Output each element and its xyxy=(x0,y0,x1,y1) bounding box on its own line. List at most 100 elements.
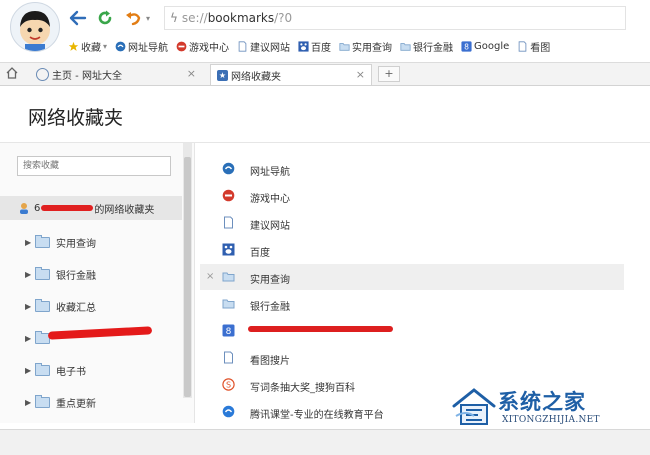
sidebar-folder[interactable]: ▶ 收藏汇总 xyxy=(0,295,182,317)
refresh-icon xyxy=(98,10,112,25)
game-center-icon xyxy=(222,189,235,202)
bookmark-row[interactable]: 8 xyxy=(200,318,624,344)
sogou-baike-icon: S xyxy=(222,378,235,391)
tab-close-icon[interactable]: × xyxy=(187,67,196,80)
bookmark-item[interactable]: 百度 xyxy=(298,39,331,54)
bookmark-row[interactable]: 游戏中心 xyxy=(200,183,624,209)
folder-label: 银行金融 xyxy=(56,270,96,282)
tab-home[interactable]: 主页 - 网址大全 × xyxy=(22,64,202,84)
bookmarks-bar: 收藏 ▾ 网址导航 游戏中心 建议网站 百度 实用查询 银行金融 8 Google 看图 xyxy=(68,37,558,55)
house-logo-icon xyxy=(452,388,496,425)
bookmark-label: 看图 xyxy=(530,42,551,54)
bookmark-item[interactable]: 游戏中心 xyxy=(176,39,229,54)
bookmark-item[interactable]: 建议网站 xyxy=(237,39,290,54)
page-icon xyxy=(518,40,527,52)
home-icon[interactable] xyxy=(5,66,19,80)
sidebar-scrollbar[interactable] xyxy=(183,143,192,398)
sidebar-root-folder[interactable]: 6 的网络收藏夹 xyxy=(0,196,182,220)
game-center-icon xyxy=(176,41,187,51)
refresh-button[interactable] xyxy=(95,8,115,28)
bookmark-row[interactable]: 百度 xyxy=(200,237,624,263)
bookmark-item[interactable]: 实用查询 xyxy=(339,39,392,54)
bookmark-label: 实用查询 xyxy=(352,42,393,54)
folder-label: 实用查询 xyxy=(56,238,96,250)
tencent-class-icon xyxy=(222,405,235,418)
folder-icon xyxy=(400,42,411,51)
bookmark-label: 建议网站 xyxy=(250,42,291,54)
remove-icon[interactable]: × xyxy=(206,271,214,282)
undo-dropdown-chevron-icon[interactable]: ▾ xyxy=(142,8,154,28)
bookmark-title: 网址导航 xyxy=(250,167,290,178)
bookmark-row[interactable]: × 实用查询 xyxy=(200,264,624,290)
watermark-title: 系统之家 xyxy=(498,390,586,414)
undo-button[interactable] xyxy=(123,8,143,28)
bookmark-row[interactable]: 银行金融 xyxy=(200,291,624,317)
bookmark-label: 网址导航 xyxy=(128,42,169,54)
folder-icon xyxy=(222,299,235,309)
chevron-down-icon[interactable]: ▾ xyxy=(103,42,107,51)
back-button[interactable] xyxy=(68,8,88,28)
status-bar xyxy=(0,430,650,455)
expand-arrow-icon[interactable]: ▶ xyxy=(25,270,35,279)
bookmark-label: 收藏 xyxy=(81,42,101,54)
sidebar-folder[interactable]: ▶ 银行金融 xyxy=(0,263,182,285)
expand-arrow-icon[interactable]: ▶ xyxy=(25,334,35,343)
tab-label: 网络收藏夹 xyxy=(231,71,281,83)
svg-text:8: 8 xyxy=(464,42,469,51)
bookmark-item[interactable]: 收藏 ▾ xyxy=(68,39,107,54)
bookmark-label: 游戏中心 xyxy=(189,42,230,54)
watermark-url: XITONGZHIJIA.NET xyxy=(502,415,600,425)
tab-label: 主页 - 网址大全 xyxy=(52,70,122,82)
sidebar: 6 的网络收藏夹 ▶ 实用查询 ▶ 银行金融 ▶ 收藏汇总 ▶ ▶ 电子书 ▶ … xyxy=(0,143,195,423)
bookmark-row[interactable]: 网址导航 xyxy=(200,156,624,182)
svg-text:8: 8 xyxy=(226,327,232,337)
page-icon xyxy=(224,216,233,229)
bookmark-title: 游戏中心 xyxy=(250,194,290,205)
redaction-mark xyxy=(41,205,94,211)
bookmark-label: Google xyxy=(474,40,510,52)
folder-label: 电子书 xyxy=(56,366,86,378)
tab-close-icon[interactable]: × xyxy=(356,68,365,81)
page-icon xyxy=(238,40,247,52)
user-avatar[interactable] xyxy=(10,2,60,52)
tab-bar: 主页 - 网址大全 × ★ 网络收藏夹 × + xyxy=(0,62,650,86)
bookmark-title: 写词条抽大奖_搜狗百科 xyxy=(250,383,355,394)
bookmark-title: 看图搜片 xyxy=(250,356,290,367)
scrollbar-thumb[interactable] xyxy=(184,157,191,397)
sidebar-folder[interactable]: ▶ 重点更新 xyxy=(0,391,182,413)
sidebar-folder[interactable]: ▶ 电子书 xyxy=(0,359,182,381)
bookmark-item[interactable]: 看图 xyxy=(517,39,550,54)
tab-bookmarks[interactable]: ★ 网络收藏夹 × xyxy=(210,64,372,85)
expand-arrow-icon[interactable]: ▶ xyxy=(25,366,35,375)
sidebar-folder[interactable]: ▶ 实用查询 xyxy=(0,231,182,253)
folder-label: 重点更新 xyxy=(56,398,96,410)
browser-toolbar: ▾ ϟ se:// bookmarks /?0 收藏 ▾ 网址导航 游戏中心 建议网站百… xyxy=(0,0,650,60)
expand-arrow-icon[interactable]: ▶ xyxy=(25,302,35,311)
search-input[interactable] xyxy=(17,156,171,176)
bookmark-item[interactable]: 银行金融 xyxy=(400,39,453,54)
folder-label: 收藏汇总 xyxy=(56,302,96,314)
redaction-mark xyxy=(248,326,393,332)
page-icon xyxy=(224,351,233,364)
bookmark-title: 实用查询 xyxy=(250,275,290,286)
root-prefix: 6 xyxy=(34,202,41,214)
bookmark-item[interactable]: 网址导航 xyxy=(115,39,168,54)
expand-arrow-icon[interactable]: ▶ xyxy=(25,238,35,247)
bookmark-title: 腾讯课堂-专业的在线教育平台 xyxy=(250,410,384,421)
root-suffix: 的网络收藏夹 xyxy=(94,204,155,216)
sogou-nav-icon xyxy=(222,162,235,175)
page-title: 网络收藏夹 xyxy=(28,107,124,129)
google-icon: 8 xyxy=(222,324,235,337)
bookmark-row[interactable]: 建议网站 xyxy=(200,210,624,236)
bookmark-row[interactable]: 看图搜片 xyxy=(200,345,624,371)
undo-icon xyxy=(126,12,141,26)
expand-arrow-icon[interactable]: ▶ xyxy=(25,398,35,407)
bookmark-star-icon: ★ xyxy=(217,69,228,81)
watermark: 系统之家 XITONGZHIJIA.NET xyxy=(452,384,644,430)
new-tab-button[interactable]: + xyxy=(378,66,400,82)
bookmark-item[interactable]: 8 Google xyxy=(461,41,509,52)
folder-icon xyxy=(35,234,50,248)
bookmark-title: 银行金融 xyxy=(250,302,290,313)
bookmark-title: 建议网站 xyxy=(250,221,290,232)
address-bar[interactable]: ϟ se:// bookmarks /?0 xyxy=(164,6,626,30)
